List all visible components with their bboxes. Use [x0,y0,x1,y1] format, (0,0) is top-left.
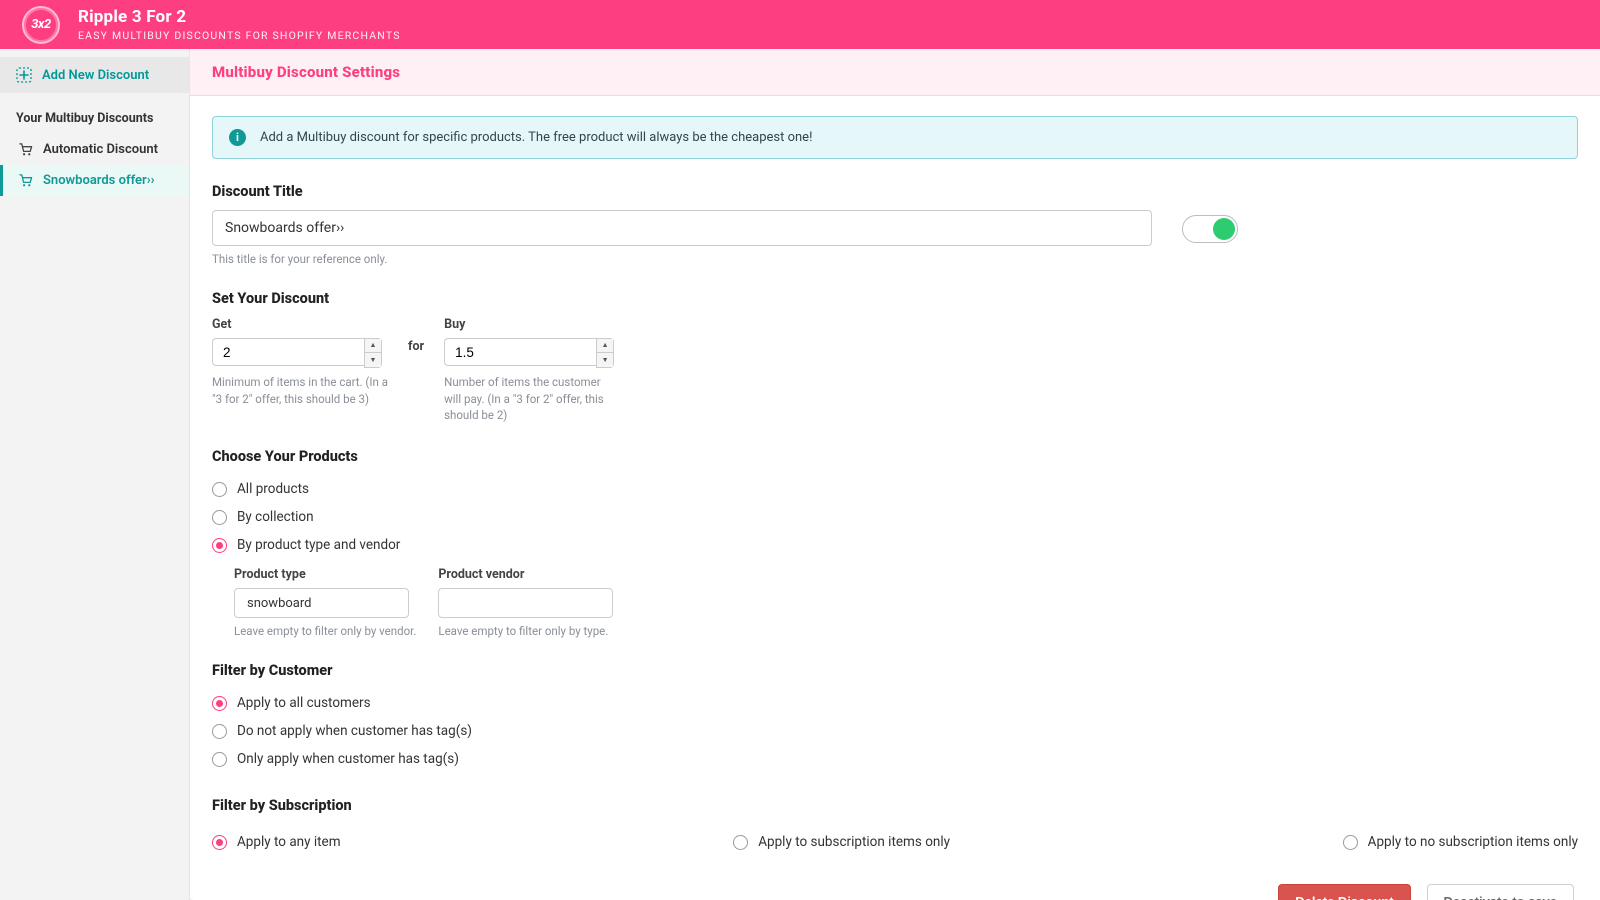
discount-title-helper: This title is for your reference only. [212,252,1152,266]
subscription-radio-only[interactable]: Apply to subscription items only [733,828,950,856]
radio-icon [212,482,227,497]
page-title-bar: Multibuy Discount Settings [190,49,1600,96]
radio-label: Apply to any item [237,834,341,850]
radio-icon [212,696,227,711]
buy-helper: Number of items the customer will pay. (… [444,374,620,424]
buy-input[interactable] [444,338,596,366]
customer-heading: Filter by Customer [212,662,1578,679]
info-banner: i Add a Multibuy discount for specific p… [212,116,1578,159]
app-logo: 3x2 [22,6,60,44]
stepper-up-icon[interactable]: ▲ [597,339,613,353]
radio-label: By collection [237,509,314,525]
add-grid-icon [16,67,32,83]
radio-label: Apply to no subscription items only [1368,834,1578,850]
subscription-radio-any[interactable]: Apply to any item [212,828,341,856]
sidebar-heading: Your Multibuy Discounts [0,93,189,134]
sidebar-item-label: Snowboards offer›› [43,173,155,188]
get-label: Get [212,317,388,332]
discount-active-toggle[interactable] [1182,215,1238,243]
radio-icon [733,835,748,850]
app-title: Ripple 3 For 2 [78,7,401,27]
stepper-up-icon[interactable]: ▲ [365,339,381,353]
radio-label: By product type and vendor [237,537,400,553]
app-subtitle: EASY MULTIBUY DISCOUNTS FOR SHOPIFY MERC… [78,29,401,42]
get-input[interactable] [212,338,364,366]
stepper-down-icon[interactable]: ▼ [365,353,381,367]
radio-icon [212,835,227,850]
product-vendor-input[interactable] [438,588,613,618]
radio-icon [1343,835,1358,850]
info-text: Add a Multibuy discount for specific pro… [260,130,812,145]
cart-icon [18,142,33,157]
page-title: Multibuy Discount Settings [212,63,1578,81]
sidebar: Add New Discount Your Multibuy Discounts… [0,49,190,900]
radio-icon [212,538,227,553]
subscription-heading: Filter by Subscription [212,797,1578,814]
add-new-discount-label: Add New Discount [42,68,149,83]
products-heading: Choose Your Products [212,448,1578,465]
app-header: 3x2 Ripple 3 For 2 EASY MULTIBUY DISCOUN… [0,0,1600,49]
product-type-input[interactable] [234,588,409,618]
customer-radio-only-tag[interactable]: Only apply when customer has tag(s) [212,745,1578,773]
deactivate-to-save-button[interactable]: Deactivate to save [1427,884,1574,900]
discount-title-heading: Discount Title [212,183,1578,200]
for-label: for [408,317,424,424]
customer-radio-all[interactable]: Apply to all customers [212,689,1578,717]
add-new-discount-button[interactable]: Add New Discount [0,57,189,93]
products-radio-all[interactable]: All products [212,475,1578,503]
radio-label: Apply to all customers [237,695,371,711]
radio-icon [212,510,227,525]
set-discount-heading: Set Your Discount [212,290,1578,307]
buy-label: Buy [444,317,620,332]
radio-icon [212,752,227,767]
stepper-down-icon[interactable]: ▼ [597,353,613,367]
radio-label: All products [237,481,309,497]
products-radio-type-vendor[interactable]: By product type and vendor [212,531,1578,559]
buy-stepper[interactable]: ▲ ▼ [596,338,614,368]
cart-icon [18,173,33,188]
sidebar-item-automatic-discount[interactable]: Automatic Discount [0,134,189,165]
product-vendor-label: Product vendor [438,567,613,582]
products-radio-collection[interactable]: By collection [212,503,1578,531]
customer-radio-not-tag[interactable]: Do not apply when customer has tag(s) [212,717,1578,745]
get-helper: Minimum of items in the cart. (In a "3 f… [212,374,388,407]
info-icon: i [229,129,246,146]
radio-label: Do not apply when customer has tag(s) [237,723,472,739]
get-stepper[interactable]: ▲ ▼ [364,338,382,368]
radio-label: Only apply when customer has tag(s) [237,751,459,767]
product-type-label: Product type [234,567,416,582]
subscription-radio-none[interactable]: Apply to no subscription items only [1343,828,1578,856]
main-panel: Multibuy Discount Settings i Add a Multi… [190,49,1600,900]
discount-title-input[interactable] [212,210,1152,246]
radio-icon [212,724,227,739]
delete-discount-button[interactable]: Delete Discount [1278,884,1410,900]
sidebar-item-label: Automatic Discount [43,142,158,157]
product-type-helper: Leave empty to filter only by vendor. [234,624,416,638]
product-vendor-helper: Leave empty to filter only by type. [438,624,613,638]
sidebar-item-snowboards-offer[interactable]: Snowboards offer›› [0,165,189,196]
radio-label: Apply to subscription items only [758,834,950,850]
